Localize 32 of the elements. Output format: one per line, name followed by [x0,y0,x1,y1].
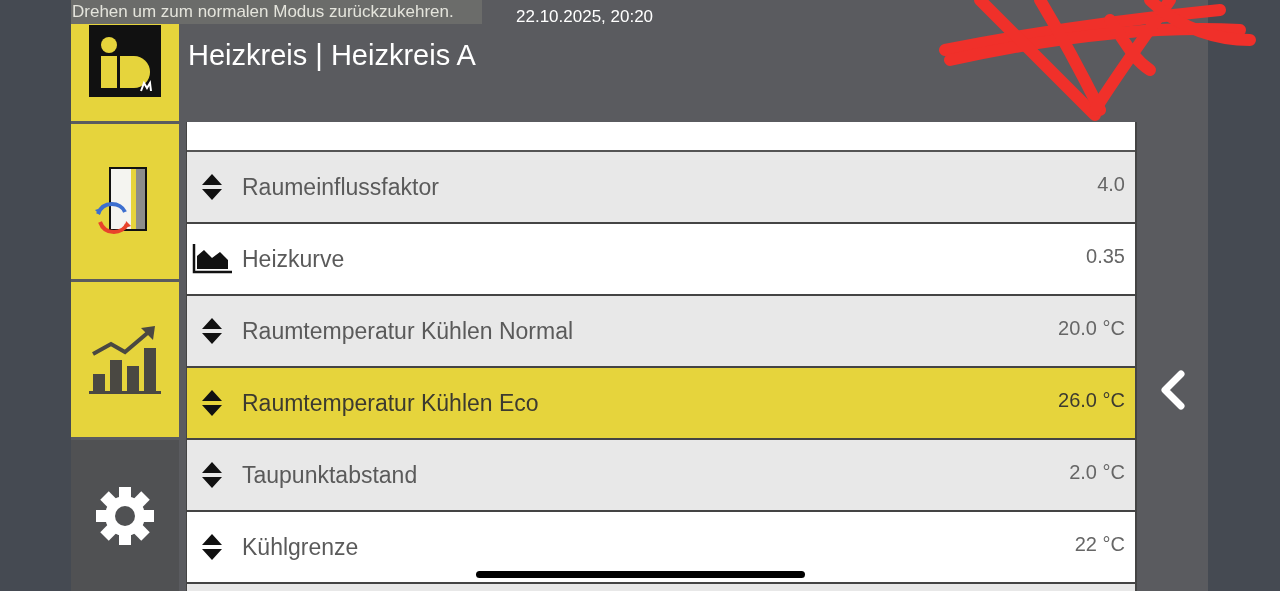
page-title: Heizkreis | Heizkreis A [188,38,476,73]
settings-icon [96,486,154,545]
parameter-value: 0.35 [1086,244,1125,269]
parameter-label: Raumtemperatur Kühlen Normal [242,316,575,346]
parameter-value: 2.0 °C [1069,460,1125,485]
parameter-row[interactable]: Raumeinflussfaktor 4.0 [187,152,1135,224]
parameter-row[interactable]: Raumtemperatur Kühlen Eco 26.0 °C [187,368,1135,440]
nav-tile[interactable] [71,440,179,591]
parameter-value: 26.0 °C [1058,388,1125,413]
rotation-notice: Drehen um zum normalen Modus zurückzukehren. [71,0,482,24]
up-down-icon [201,462,222,488]
area-chart-icon [191,244,232,274]
parameter-label: Kühlgrenze [242,532,360,562]
parameter-label: Raumeinflussfaktor [242,172,440,202]
parameter-value: 4.0 [1097,172,1125,197]
up-down-icon [201,534,222,560]
up-down-icon [201,318,222,344]
nav-tile[interactable] [71,124,179,279]
back-chevron-icon[interactable] [1158,370,1187,410]
parameter-label: Raumtemperatur Kühlen Eco [242,388,540,418]
parameter-value: 20.0 °C [1058,316,1125,341]
parameter-label: Taupunktabstand [242,460,419,490]
parameter-row[interactable]: Raumtemperatur Kühlen Normal 20.0 °C [187,296,1135,368]
date-time: 22.10.2025, 20:20 [516,6,654,28]
parameter-label: Heizkurve [242,244,346,274]
bar-chart-trend-icon [89,323,161,396]
up-down-icon [201,174,222,200]
parameter-row[interactable]: Taupunktabstand 2.0 °C [187,440,1135,512]
parameter-value: 22 °C [1074,532,1125,557]
up-down-icon [201,390,222,416]
logo-icon [89,25,161,97]
nav-tile[interactable] [71,282,179,437]
